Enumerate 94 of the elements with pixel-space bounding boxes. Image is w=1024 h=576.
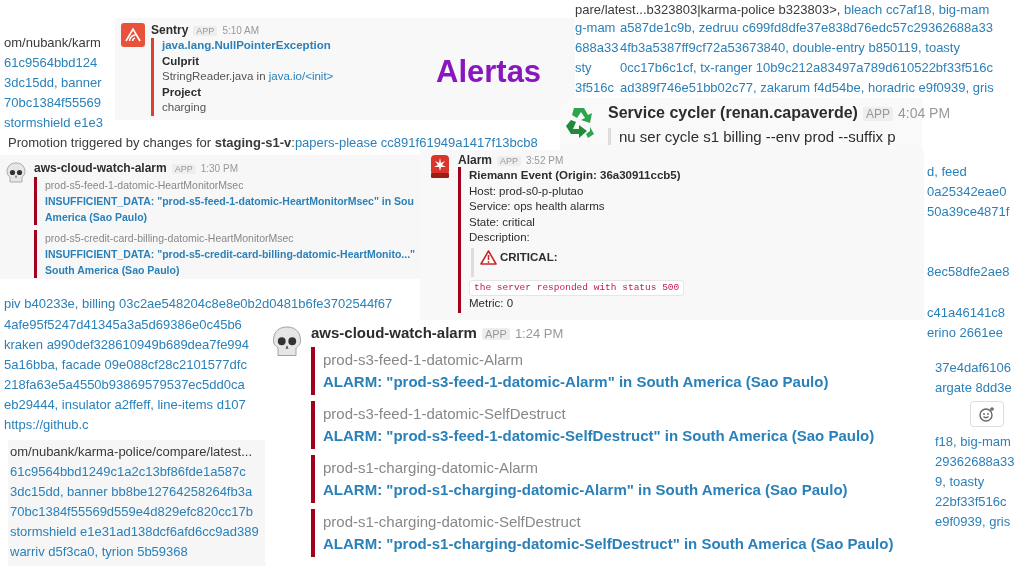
commit-link[interactable]: eb29444, insulator a2ffeff, line-items d107 bbox=[4, 397, 246, 412]
message-time: 3:52 PM bbox=[526, 155, 564, 166]
commit-link[interactable]: 688a33 bbox=[575, 40, 619, 55]
alarm-link[interactable]: South America (Sao Paulo) bbox=[45, 262, 416, 278]
log-text: Promotion triggered by changes for staging-s1-v: bbox=[8, 135, 295, 150]
commit-link[interactable]: 3f516c bbox=[575, 80, 615, 95]
message-time: 4:04 PM bbox=[897, 105, 951, 121]
commit-link[interactable]: d, feed bbox=[927, 164, 967, 179]
commit-link[interactable]: erino 2661ee bbox=[927, 325, 1003, 340]
alarm-name: prod-s3-feed-1-datomic-Alarm bbox=[323, 350, 525, 370]
event-heading: Riemann Event (Origin: 36a30911ccb5) bbox=[469, 168, 682, 183]
emoji-add-icon bbox=[979, 406, 995, 422]
commit-link[interactable]: g-mam bbox=[575, 20, 616, 35]
skull-icon bbox=[4, 161, 28, 185]
source-link[interactable]: java.io/<init> bbox=[268, 70, 334, 82]
alarm-link[interactable]: ALARM: "prod-s1-charging-datomic-SelfDestruct" in South America (Sao Paulo) bbox=[323, 533, 894, 555]
commit-link[interactable]: e9f0939, gris bbox=[935, 514, 1011, 529]
commit-link[interactable]: 70bc1384f55569 bbox=[4, 95, 101, 110]
alarm-name: prod-s3-feed-1-datomic-SelfDestruct bbox=[323, 404, 567, 424]
alarm-name: prod-s5-credit-card-billing-datomic-HeartMonitorMsec bbox=[45, 231, 295, 246]
commit-link[interactable]: 8ec58dfe2ae8 bbox=[927, 264, 1010, 279]
sender-name[interactable]: aws-cloud-watch-alarm bbox=[311, 324, 477, 341]
commit-link[interactable]: 37e4daf6106 bbox=[935, 360, 1011, 375]
app-badge: APP bbox=[193, 26, 218, 36]
app-badge: APP bbox=[497, 156, 522, 166]
app-badge: APP bbox=[171, 164, 196, 174]
siren-icon bbox=[428, 153, 452, 179]
message-time: 1:30 PM bbox=[200, 163, 238, 174]
commit-link[interactable]: a587de1c9b, zedruu c699fd8dfe37e838d76edc57c29362688a33 bbox=[620, 20, 993, 35]
exception-link[interactable]: java.lang.NullPointerException bbox=[162, 38, 334, 54]
commit-link[interactable]: 4fb3a5387ff9cf72a53673840, double-entry b850119, toasty bbox=[620, 40, 960, 55]
commit-link[interactable]: stormshield e1e31ad138dcf6afd6cc9ad389 bbox=[10, 524, 259, 539]
app-badge: APP bbox=[862, 107, 893, 121]
commit-link[interactable]: f18, big-mam bbox=[935, 434, 1011, 449]
alarm-link[interactable]: America (Sao Paulo) bbox=[45, 209, 416, 225]
warning-icon bbox=[480, 249, 497, 265]
commit-link[interactable]: https://github.c bbox=[4, 417, 89, 432]
sender-name[interactable]: Service cycler (renan.capaverde) bbox=[608, 104, 858, 122]
code-snippet: the server responded with status 500 bbox=[469, 280, 685, 296]
commit-link[interactable]: kraken a990def328610949b689dea7fe994 bbox=[4, 337, 250, 352]
commit-link[interactable]: argate 8dd3e bbox=[935, 380, 1012, 395]
alarm-name: prod-s5-feed-1-datomic-HeartMonitorMsec bbox=[45, 178, 245, 193]
log-text: om/nubank/karma-police/compare/latest... bbox=[10, 444, 253, 459]
commit-link[interactable]: piv b40233e, billing 03c2ae548204c8e8e0b2d0481b6fe3702544f67 bbox=[4, 296, 393, 311]
alarm-name: prod-s1-charging-datomic-SelfDestruct bbox=[323, 512, 582, 532]
alarm-link[interactable]: INSUFFICIENT_DATA: "prod-s5-credit-card-billing-datomic-HeartMonito..." bbox=[45, 246, 416, 262]
alarm-name: prod-s1-charging-datomic-Alarm bbox=[323, 458, 540, 478]
event-field: State: critical bbox=[469, 214, 685, 230]
add-reaction-button[interactable] bbox=[970, 401, 1004, 427]
field-value: charging bbox=[162, 100, 208, 115]
log-text: om/nubank/karm bbox=[4, 35, 101, 50]
field-value: StringReader.java in java.io/<init> bbox=[162, 69, 334, 84]
commit-link[interactable]: warriv d5f3ca0, tyrion 5b59368 bbox=[10, 544, 188, 559]
alarm-link[interactable]: INSUFFICIENT_DATA: "prod-s5-feed-1-datomic-HeartMonitorMsec" in Sou bbox=[45, 193, 416, 209]
sender-name[interactable]: Sentry bbox=[151, 23, 189, 37]
sender-name[interactable]: aws-cloud-watch-alarm bbox=[34, 161, 167, 175]
sender-name[interactable]: Alarm bbox=[458, 153, 492, 167]
commit-link[interactable]: 22bf33f516c bbox=[935, 494, 1007, 509]
commit-link[interactable]: 61c9564bbd1249c1a2c13bf86fde1a587c bbox=[10, 464, 246, 479]
alarm-link[interactable]: ALARM: "prod-s1-charging-datomic-Alarm" in South America (Sao Paulo) bbox=[323, 479, 894, 501]
metric-text: Metric: 0 bbox=[469, 296, 515, 311]
commit-link[interactable]: sty bbox=[575, 60, 592, 75]
commit-link[interactable]: 0cc17b6c1cf, tx-ranger 10b9c212a83497a789d610522bf33f516c bbox=[620, 60, 993, 75]
commit-link[interactable]: 218fa63e5a4550b93869579537ec5dd0ca bbox=[4, 377, 245, 392]
event-field: Service: ops health alarms bbox=[469, 199, 685, 215]
commit-link[interactable]: 4afe95f5247d41345a3a5d69386e0c45b6 bbox=[4, 317, 242, 332]
commit-link[interactable]: bleach cc7af18, big-mam bbox=[844, 2, 990, 17]
commit-link[interactable]: 0a25342eae0 bbox=[927, 184, 1007, 199]
log-text: pare/latest...b323803|karma-police b323803>, bbox=[575, 2, 842, 17]
commit-link[interactable]: 5a16bba, facade 09e088cf28c2101577dfc bbox=[4, 357, 247, 372]
sentry-logo-icon bbox=[121, 23, 145, 47]
commit-link[interactable]: ad389f746e51bb02c77, zakarum f4d54be, horadric e9f0939, gris bbox=[620, 80, 994, 95]
field-label: Project bbox=[162, 84, 202, 100]
alarm-link[interactable]: ALARM: "prod-s3-feed-1-datomic-SelfDestruct" in South America (Sao Paulo) bbox=[323, 425, 894, 447]
severity-label: CRITICAL: bbox=[500, 249, 558, 265]
commit-link[interactable]: 9, toasty bbox=[935, 474, 985, 489]
message-time: 1:24 PM bbox=[514, 326, 564, 341]
commit-link[interactable]: 3dc15dd, banner bbox=[4, 75, 102, 90]
commit-link[interactable]: 70bc1384f55569d559e4d829efc820cc17b bbox=[10, 504, 253, 519]
slide-title: Alertas bbox=[436, 53, 542, 91]
commit-link[interactable]: 3dc15dd, banner bb8be12764258264fb3a bbox=[10, 484, 253, 499]
commit-link[interactable]: 61c9564bbd124 bbox=[4, 55, 98, 70]
alarm-link[interactable]: ALARM: "prod-s3-feed-1-datomic-Alarm" in South America (Sao Paulo) bbox=[323, 371, 894, 393]
commit-link[interactable]: 50a39ce4871f bbox=[927, 204, 1010, 219]
commit-link[interactable]: 29362688a33 bbox=[935, 454, 1015, 469]
event-field: Host: prod-s0-p-plutao bbox=[469, 183, 685, 199]
event-field: Description: bbox=[469, 230, 685, 246]
commit-link[interactable]: c41a46141c8 bbox=[927, 305, 1006, 320]
field-label: Culprit bbox=[162, 53, 201, 69]
quoted-command: nu ser cycle s1 billing --env prod --suffix p bbox=[608, 128, 951, 145]
app-badge: APP bbox=[481, 328, 510, 340]
commit-link[interactable]: stormshield e1e3 bbox=[4, 115, 103, 130]
message-time: 5:10 AM bbox=[222, 25, 260, 36]
commit-link[interactable]: papers-please cc891f61949a1417f13bcb8 bbox=[294, 135, 538, 150]
